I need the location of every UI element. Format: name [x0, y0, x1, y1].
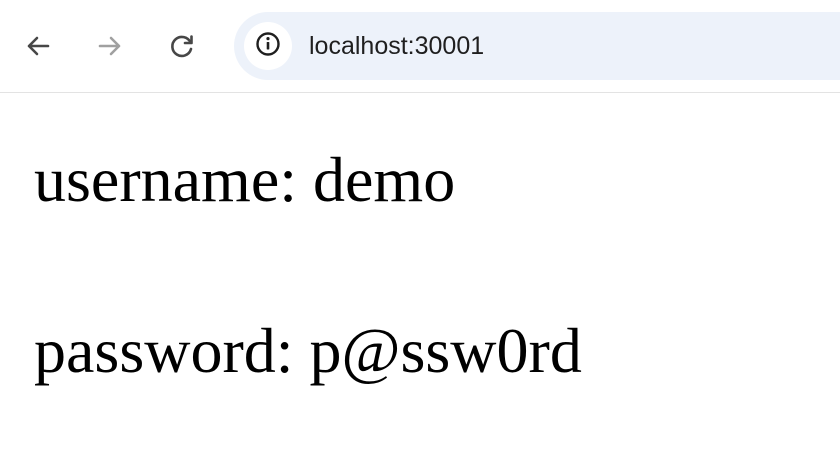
- reload-icon: [168, 32, 196, 60]
- password-text: password: p@ssw0rd: [34, 315, 582, 386]
- username-text: username: demo: [34, 144, 456, 215]
- address-bar[interactable]: localhost:30001: [234, 12, 840, 80]
- arrow-left-icon: [24, 32, 52, 60]
- forward-button[interactable]: [90, 26, 130, 66]
- arrow-right-icon: [96, 32, 124, 60]
- site-info-button[interactable]: [244, 22, 292, 70]
- reload-button[interactable]: [162, 26, 202, 66]
- browser-toolbar: localhost:30001: [0, 0, 840, 93]
- url-text[interactable]: localhost:30001: [309, 30, 484, 62]
- back-button[interactable]: [18, 26, 58, 66]
- page-content: username: demo password: p@ssw0rd: [0, 143, 840, 388]
- info-icon: [254, 30, 282, 63]
